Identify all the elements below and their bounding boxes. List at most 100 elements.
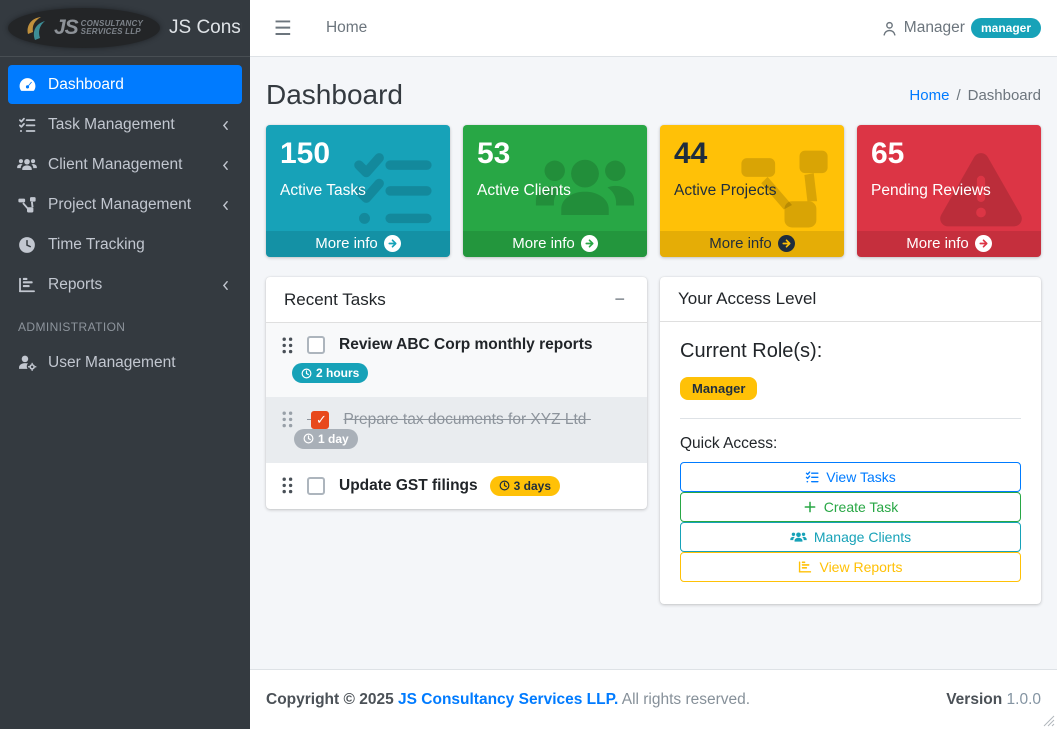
arrow-circle-right-icon xyxy=(384,235,401,252)
page-footer: Copyright © 2025 JS Consultancy Services… xyxy=(250,669,1057,729)
chevron-left-icon xyxy=(219,199,232,212)
task-title: Review ABC Corp monthly reports xyxy=(339,336,593,354)
arrow-circle-right-icon xyxy=(581,235,598,252)
view-reports-button[interactable]: View Reports xyxy=(680,552,1021,582)
recent-tasks-card: Recent Tasks − Review ABC Corp monthly r… xyxy=(266,277,647,509)
sidebar-item-label: Client Management xyxy=(48,156,182,174)
sidebar-item-reports[interactable]: Reports xyxy=(8,266,242,304)
chevron-left-icon xyxy=(219,159,232,172)
chevron-left-icon xyxy=(219,119,232,132)
active-tasks-count: 150 xyxy=(280,137,436,170)
task-title: Update GST filings xyxy=(339,477,478,495)
current-roles-label: Current Role(s): xyxy=(680,340,1021,363)
logo-subtext: CONSULTANCY SERVICES LLP xyxy=(81,20,143,36)
content-area: Dashboard Home / Dashboard 150 Active Ta… xyxy=(250,57,1057,669)
info-box-inner: 150 Active Tasks xyxy=(266,125,450,212)
navbar-user-name: Manager xyxy=(904,19,965,37)
navbar-user-menu[interactable]: Manager manager xyxy=(881,18,1041,38)
company-link[interactable]: JS Consultancy Services LLP. xyxy=(398,691,618,708)
user-role-badge: manager xyxy=(971,18,1041,38)
tasks-icon xyxy=(805,470,819,484)
info-box-pending-reviews: 65 Pending Reviews More info xyxy=(857,125,1041,257)
sidebar-item-task-management[interactable]: Task Management xyxy=(8,106,242,144)
sidebar-item-dashboard[interactable]: Dashboard xyxy=(8,65,242,104)
tasks-icon xyxy=(16,116,38,134)
brand-link[interactable]: JS CONSULTANCY SERVICES LLP JS Consultan… xyxy=(0,0,250,57)
brand-title: JS Consultancy Services LLP xyxy=(169,17,242,39)
create-task-button[interactable]: Create Task xyxy=(680,492,1021,522)
arrow-circle-right-icon xyxy=(975,235,992,252)
recent-tasks-title: Recent Tasks xyxy=(284,290,386,310)
task-row: Update GST filings 3 days xyxy=(266,463,647,509)
sidebar-item-user-management[interactable]: User Management xyxy=(8,344,242,382)
clock-icon xyxy=(16,236,38,254)
more-info-link-active-clients[interactable]: More info xyxy=(463,231,647,257)
active-tasks-label: Active Tasks xyxy=(280,182,436,200)
due-badge: 1 day xyxy=(294,429,358,449)
sidebar-item-label: Time Tracking xyxy=(48,236,145,254)
completed-task-wrap: Prepare tax documents for XYZ Ltd xyxy=(307,411,591,429)
info-boxes-row: 150 Active Tasks More info xyxy=(266,125,1041,257)
chevron-left-icon xyxy=(219,279,232,292)
active-clients-label: Active Clients xyxy=(477,182,633,200)
breadcrumb-home-link[interactable]: Home xyxy=(909,87,949,104)
task-checkbox[interactable] xyxy=(307,477,325,495)
sidebar-item-client-management[interactable]: Client Management xyxy=(8,146,242,184)
breadcrumb-current: Dashboard xyxy=(968,87,1041,104)
sidebar-nav: Dashboard Task Management Client Managem… xyxy=(0,57,250,392)
breadcrumb-separator: / xyxy=(956,87,960,104)
quick-access-label: Quick Access: xyxy=(680,435,1021,453)
top-navbar: ☰ Home Manager manager xyxy=(250,0,1057,57)
manage-clients-button[interactable]: Manage Clients xyxy=(680,522,1021,552)
sidebar-item-label: Dashboard xyxy=(48,76,124,94)
access-level-body: Current Role(s): Manager Quick Access: V… xyxy=(660,322,1041,604)
sidebar-item-project-management[interactable]: Project Management xyxy=(8,186,242,224)
version-text: Version 1.0.0 xyxy=(946,691,1041,709)
chart-bar-icon xyxy=(16,276,38,294)
task-row-completed: Prepare tax documents for XYZ Ltd 1 day xyxy=(266,398,647,463)
task-row: Review ABC Corp monthly reports 2 hours xyxy=(266,323,647,398)
info-box-inner: 53 Active Clients xyxy=(463,125,647,212)
more-info-link-active-tasks[interactable]: More info xyxy=(266,231,450,257)
user-icon xyxy=(881,20,898,37)
content-header: Dashboard Home / Dashboard xyxy=(266,71,1041,125)
task-checkbox[interactable] xyxy=(307,336,325,354)
copyright-text: Copyright © 2025 JS Consultancy Services… xyxy=(266,691,750,709)
more-info-link-pending-reviews[interactable]: More info xyxy=(857,231,1041,257)
collapse-icon[interactable]: − xyxy=(610,289,629,310)
view-tasks-button[interactable]: View Tasks xyxy=(680,462,1021,492)
sidebar-item-label: Reports xyxy=(48,276,102,294)
users-icon xyxy=(790,530,807,545)
active-projects-count: 44 xyxy=(674,137,830,170)
active-projects-label: Active Projects xyxy=(674,182,830,200)
drag-handle-icon[interactable] xyxy=(282,411,293,428)
drag-handle-icon[interactable] xyxy=(282,477,293,494)
drag-handle-icon[interactable] xyxy=(282,337,293,354)
sidebar-item-label: Task Management xyxy=(48,116,175,134)
due-badge: 3 days xyxy=(490,476,560,496)
navbar-home-link[interactable]: Home xyxy=(326,19,367,37)
sidebar-toggle-icon[interactable]: ☰ xyxy=(266,12,300,45)
resize-grip-icon[interactable] xyxy=(1042,714,1055,727)
badge-row: 2 hours xyxy=(282,363,631,384)
pending-reviews-count: 65 xyxy=(871,137,1027,170)
access-level-header: Your Access Level xyxy=(660,277,1041,322)
company-logo: JS CONSULTANCY SERVICES LLP xyxy=(8,8,160,48)
access-level-card: Your Access Level Current Role(s): Manag… xyxy=(660,277,1041,604)
main-panel: ☰ Home Manager manager Dashboard Home / … xyxy=(250,0,1057,729)
logo-swoosh-icon xyxy=(25,14,51,42)
sidebar-item-time-tracking[interactable]: Time Tracking xyxy=(8,226,242,264)
info-box-active-clients: 53 Active Clients More info xyxy=(463,125,647,257)
access-level-title: Your Access Level xyxy=(678,289,816,309)
cards-row: Recent Tasks − Review ABC Corp monthly r… xyxy=(266,277,1041,604)
info-box-active-tasks: 150 Active Tasks More info xyxy=(266,125,450,257)
divider xyxy=(680,418,1021,419)
users-icon xyxy=(16,156,38,174)
app-window: JS CONSULTANCY SERVICES LLP JS Consultan… xyxy=(0,0,1057,729)
sidebar-item-label: Project Management xyxy=(48,196,191,214)
sidebar-section-administration: ADMINISTRATION xyxy=(8,306,242,344)
task-checkbox-checked[interactable] xyxy=(311,411,329,429)
project-diagram-icon xyxy=(16,196,38,214)
more-info-link-active-projects[interactable]: More info xyxy=(660,231,844,257)
arrow-circle-right-icon xyxy=(778,235,795,252)
